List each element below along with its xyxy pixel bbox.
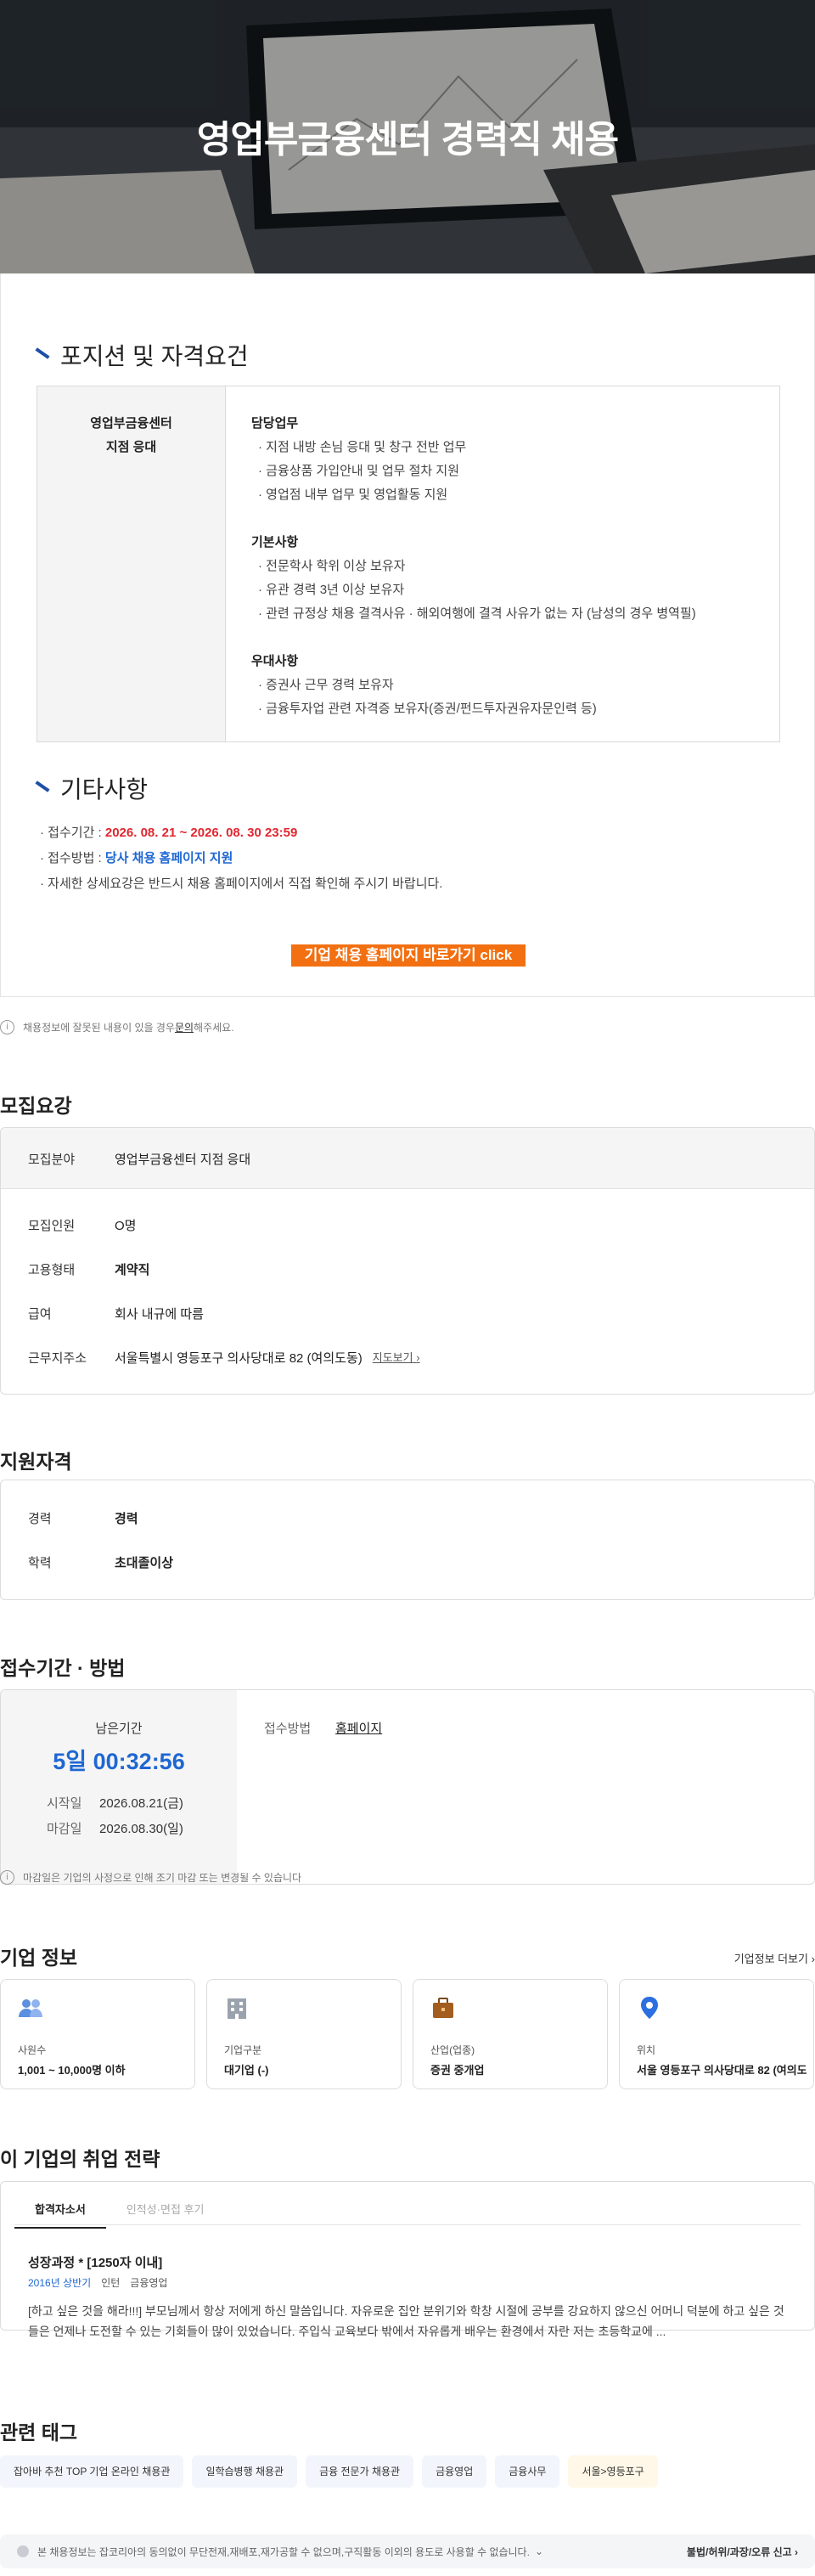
recruit-box: 모집분야 영업부금융센터 지점 응대 모집인원 O명 고용형태 계약직 급여 회사 내규… <box>0 1127 815 1395</box>
building-icon <box>228 1998 246 2019</box>
strategy-tabs: 합격자소서 인적성·면접 후기 <box>14 2182 224 2229</box>
recruit-count: 모집인원 O명 <box>28 1219 137 1233</box>
company-card-location: 위치 서울 영등포구 의사당대로 82 (여의도동) <box>619 1979 814 2089</box>
etc-method: · 접수방법 : 당사 채용 홈페이지 지원 <box>40 851 233 865</box>
tab-interview-review[interactable]: 인적성·면접 후기 <box>106 2182 225 2229</box>
qualification-box: 경력 경력 학력 초대졸이상 <box>0 1480 815 1600</box>
map-link[interactable]: 지도보기 › <box>373 1349 420 1367</box>
people-icon <box>19 1999 42 2017</box>
hero-banner: 영업부금융센터 경력직 채용 <box>0 0 815 273</box>
company-more-link[interactable]: 기업정보 더보기 › <box>734 1950 815 1966</box>
inquiry-link[interactable]: 문의 <box>175 1020 194 1034</box>
position-heading: 포지션 및 자격요건 <box>35 338 249 372</box>
recruit-salary: 급여 회사 내규에 따름 <box>28 1307 204 1322</box>
copyright-notice-bar: 본 채용정보는 잡코리아의 동의없이 무단전재,재배포,재가공할 수 없으며,구… <box>0 2534 815 2568</box>
recruit-type: 고용형태 계약직 <box>28 1263 150 1277</box>
strategy-heading: 이 기업의 취업 전략 <box>0 2148 160 2170</box>
chevron-down-icon[interactable]: ⌄ <box>535 2545 543 2557</box>
hero-title: 영업부금융센터 경력직 채용 <box>196 119 619 161</box>
qualification-education: 학력 초대졸이상 <box>28 1556 174 1570</box>
homepage-link[interactable]: 홈페이지 <box>335 1719 382 1737</box>
qualification-career: 경력 경력 <box>28 1512 138 1526</box>
company-card-type: 기업구분 대기업 (-) <box>206 1979 402 2089</box>
cover-letter-excerpt: [하고 싶은 것을 해라!!!] 부모님께서 항상 저에게 하신 말씀입니다. … <box>28 2304 784 2338</box>
etc-note: · 자세한 상세요강은 반드시 채용 홈페이지에서 직접 확인해 주시기 바랍니… <box>40 877 443 891</box>
info-icon: i <box>0 1020 14 1034</box>
basic-requirements-group: 기본사항 · 전문학사 학위 이상 보유자 · 유관 경력 3년 이상 보유자 … <box>251 535 696 621</box>
duties-group: 담당업무 · 지점 내방 손님 응대 및 창구 전반 업무 · 금융상품 가입안… <box>251 416 467 502</box>
tag-item[interactable]: 일학습병행 채용관 <box>192 2455 298 2488</box>
etc-heading: 기타사항 <box>35 771 148 805</box>
countdown-panel: 남은기간 5일 00:32:56 시작일 2026.08.21(금) 마감일 202… <box>1 1690 237 1884</box>
report-link[interactable]: 불법/허위/과장/오류 신고 › <box>687 2545 798 2559</box>
start-date: 시작일 2026.08.21(금) <box>47 1796 183 1811</box>
info-icon: i <box>0 1870 14 1885</box>
countdown-timer: 5일 00:32:56 <box>53 1749 185 1774</box>
briefcase-icon <box>433 1998 453 2018</box>
strategy-box: 합격자소서 인적성·면접 후기 성장과정 * [1250자 이내] 2016년 … <box>0 2181 815 2338</box>
heading-mark-icon <box>35 347 50 359</box>
requirements-list: 담당업무 · 지점 내방 손님 응대 및 창구 전반 업무 · 금융상품 가입안… <box>226 386 722 741</box>
tag-item[interactable]: 금융 전문가 채용관 <box>306 2455 414 2488</box>
chevron-right-icon: › <box>811 1953 815 1965</box>
tag-item[interactable]: 서울>영등포구 <box>568 2455 658 2488</box>
tags-heading: 관련 태그 <box>0 2421 78 2444</box>
etc-list: · 접수기간 : 2026. 08. 21 ~ 2026. 08. 30 23:… <box>40 820 442 897</box>
job-detail-content: 포지션 및 자격요건 영업부금융센터 지점 응대 담당업무 · 지점 내방 손님… <box>0 273 815 997</box>
cover-letter-meta: 2016년 상반기 인턴 금융영업 <box>28 2277 168 2289</box>
requirements-position-cell: 영업부금융센터 지점 응대 <box>37 386 226 741</box>
apply-method: 접수방법 홈페이지 <box>264 1719 382 1737</box>
period-heading: 접수기간 · 방법 <box>0 1657 126 1679</box>
period-box: 남은기간 5일 00:32:56 시작일 2026.08.21(금) 마감일 202… <box>0 1689 815 1885</box>
tag-item[interactable]: 금융영업 <box>422 2455 487 2488</box>
qualification-heading: 지원자격 <box>0 1451 72 1473</box>
company-heading: 기업 정보 <box>0 1947 78 1969</box>
heading-mark-icon <box>35 781 50 792</box>
etc-period: · 접수기간 : 2026. 08. 21 ~ 2026. 08. 30 23:… <box>40 826 298 840</box>
tag-list: 잡아바 추천 TOP 기업 온라인 채용관 일학습병행 채용관 금융 전문가 채… <box>0 2455 658 2488</box>
tab-cover-letter[interactable]: 합격자소서 <box>14 2182 106 2229</box>
report-notice: i 채용정보에 잘못된 내용이 있을 경우 문의 해주세요. <box>0 1020 234 1034</box>
cover-letter-title[interactable]: 성장과정 * [1250자 이내] <box>28 2253 162 2271</box>
recruit-address: 근무지주소 서울특별시 영등포구 의사당대로 82 (여의도동) 지도보기 › <box>28 1349 420 1367</box>
notice-icon <box>17 2545 29 2557</box>
recruit-heading: 모집요강 <box>0 1095 72 1117</box>
location-pin-icon <box>641 1997 658 2019</box>
company-card-industry: 산업(업종) 증권 중개업 <box>413 1979 608 2089</box>
company-card-employees: 사원수 1,001 ~ 10,000명 이하 <box>0 1979 195 2089</box>
tag-item[interactable]: 잡아바 추천 TOP 기업 온라인 채용관 <box>0 2455 184 2488</box>
recruit-field: 모집분야 영업부금융센터 지점 응대 <box>28 1153 251 1167</box>
requirements-table: 영업부금융센터 지점 응대 담당업무 · 지점 내방 손님 응대 및 창구 전반… <box>37 386 780 742</box>
chevron-right-icon: › <box>416 1351 420 1364</box>
tag-item[interactable]: 금융사무 <box>495 2455 560 2488</box>
preferred-group: 우대사항 · 증권사 근무 경력 보유자 · 금융투자업 관련 자격증 보유자(… <box>251 654 597 716</box>
company-homepage-button[interactable]: 기업 채용 홈페이지 바로가기 click <box>291 944 526 967</box>
end-date: 마감일 2026.08.30(일) <box>47 1822 183 1836</box>
deadline-notice: i 마감일은 기업의 사정으로 인해 조기 마감 또는 변경될 수 있습니다 <box>0 1870 301 1885</box>
